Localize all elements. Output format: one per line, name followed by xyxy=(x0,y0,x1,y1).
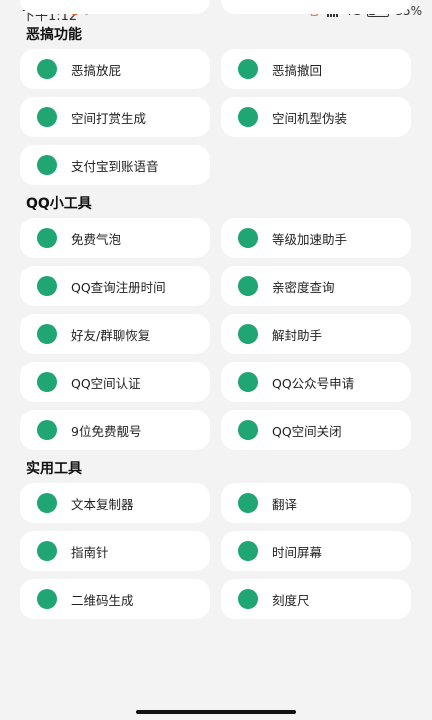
tool-button[interactable]: 时间屏幕 xyxy=(221,531,411,571)
circle-icon xyxy=(238,372,258,392)
tool-label: 恶搞撤回 xyxy=(272,62,323,78)
tool-button[interactable]: 解封助手 xyxy=(221,314,411,354)
tool-label: 刻度尺 xyxy=(272,592,310,608)
tool-button[interactable]: 翻译 xyxy=(221,483,411,523)
tool-button[interactable]: 二维码生成 xyxy=(20,579,210,619)
partial-button-right[interactable] xyxy=(221,0,411,14)
tool-button[interactable]: QQ空间认证 xyxy=(20,362,210,402)
tool-button[interactable]: 好友/群聊恢复 xyxy=(20,314,210,354)
tool-label: 文本复制器 xyxy=(71,496,134,512)
tool-label: QQ空间认证 xyxy=(71,375,141,391)
tool-button[interactable]: 亲密度查询 xyxy=(221,266,411,306)
circle-icon xyxy=(238,324,258,344)
tool-button[interactable]: 空间机型伪装 xyxy=(221,97,411,137)
tool-button[interactable]: 等级加速助手 xyxy=(221,218,411,258)
circle-icon xyxy=(238,589,258,609)
tool-label: 等级加速助手 xyxy=(272,231,348,247)
circle-icon xyxy=(238,107,258,127)
tool-label: 免费气泡 xyxy=(71,231,122,247)
tool-label: 二维码生成 xyxy=(71,592,134,608)
tool-label: 亲密度查询 xyxy=(272,279,335,295)
tool-label: 指南针 xyxy=(71,544,109,560)
circle-icon xyxy=(37,420,57,440)
tool-label: 空间机型伪装 xyxy=(272,110,348,126)
tool-label: QQ查询注册时间 xyxy=(71,279,166,295)
circle-icon xyxy=(37,541,57,561)
circle-icon xyxy=(238,420,258,440)
circle-icon xyxy=(37,228,57,248)
tool-button[interactable]: 恶搞放屁 xyxy=(20,49,210,89)
tool-label: 恶搞放屁 xyxy=(71,62,122,78)
circle-icon xyxy=(37,372,57,392)
circle-icon xyxy=(238,276,258,296)
tool-button[interactable]: 支付宝到账语音 xyxy=(20,145,210,185)
tool-button[interactable]: 空间打赏生成 xyxy=(20,97,210,137)
tool-button[interactable]: 文本复制器 xyxy=(20,483,210,523)
circle-icon xyxy=(37,276,57,296)
tool-label: 好友/群聊恢复 xyxy=(71,327,151,343)
tool-label: QQ公众号申请 xyxy=(272,375,355,391)
tool-button[interactable]: 指南针 xyxy=(20,531,210,571)
tool-label: QQ空间关闭 xyxy=(272,423,342,439)
circle-icon xyxy=(37,59,57,79)
tool-button[interactable]: QQ空间关闭 xyxy=(221,410,411,450)
circle-icon xyxy=(238,541,258,561)
circle-icon xyxy=(37,493,57,513)
tool-button[interactable]: QQ公众号申请 xyxy=(221,362,411,402)
circle-icon xyxy=(238,59,258,79)
circle-icon xyxy=(37,589,57,609)
tool-button[interactable]: 刻度尺 xyxy=(221,579,411,619)
tool-label: 时间屏幕 xyxy=(272,544,323,560)
tool-button[interactable]: 免费气泡 xyxy=(20,218,210,258)
circle-icon xyxy=(37,107,57,127)
tool-label: 空间打赏生成 xyxy=(71,110,147,126)
tool-label: 解封助手 xyxy=(272,327,323,343)
home-indicator[interactable] xyxy=(136,710,296,714)
tool-label: 支付宝到账语音 xyxy=(71,158,159,174)
partial-button-left[interactable] xyxy=(20,0,210,14)
tool-button[interactable]: 9位免费靓号 xyxy=(20,410,210,450)
circle-icon xyxy=(37,324,57,344)
circle-icon xyxy=(238,228,258,248)
section-title-utilities: 实用工具 xyxy=(26,461,82,477)
circle-icon xyxy=(238,493,258,513)
tool-label: 翻译 xyxy=(272,496,298,512)
tool-label: 9位免费靓号 xyxy=(71,423,142,439)
circle-icon xyxy=(37,155,57,175)
tool-button[interactable]: 恶搞撤回 xyxy=(221,49,411,89)
tool-button[interactable]: QQ查询注册时间 xyxy=(20,266,210,306)
section-title-prank: 恶搞功能 xyxy=(26,27,82,43)
section-title-qq-tools: QQ小工具 xyxy=(26,196,92,212)
